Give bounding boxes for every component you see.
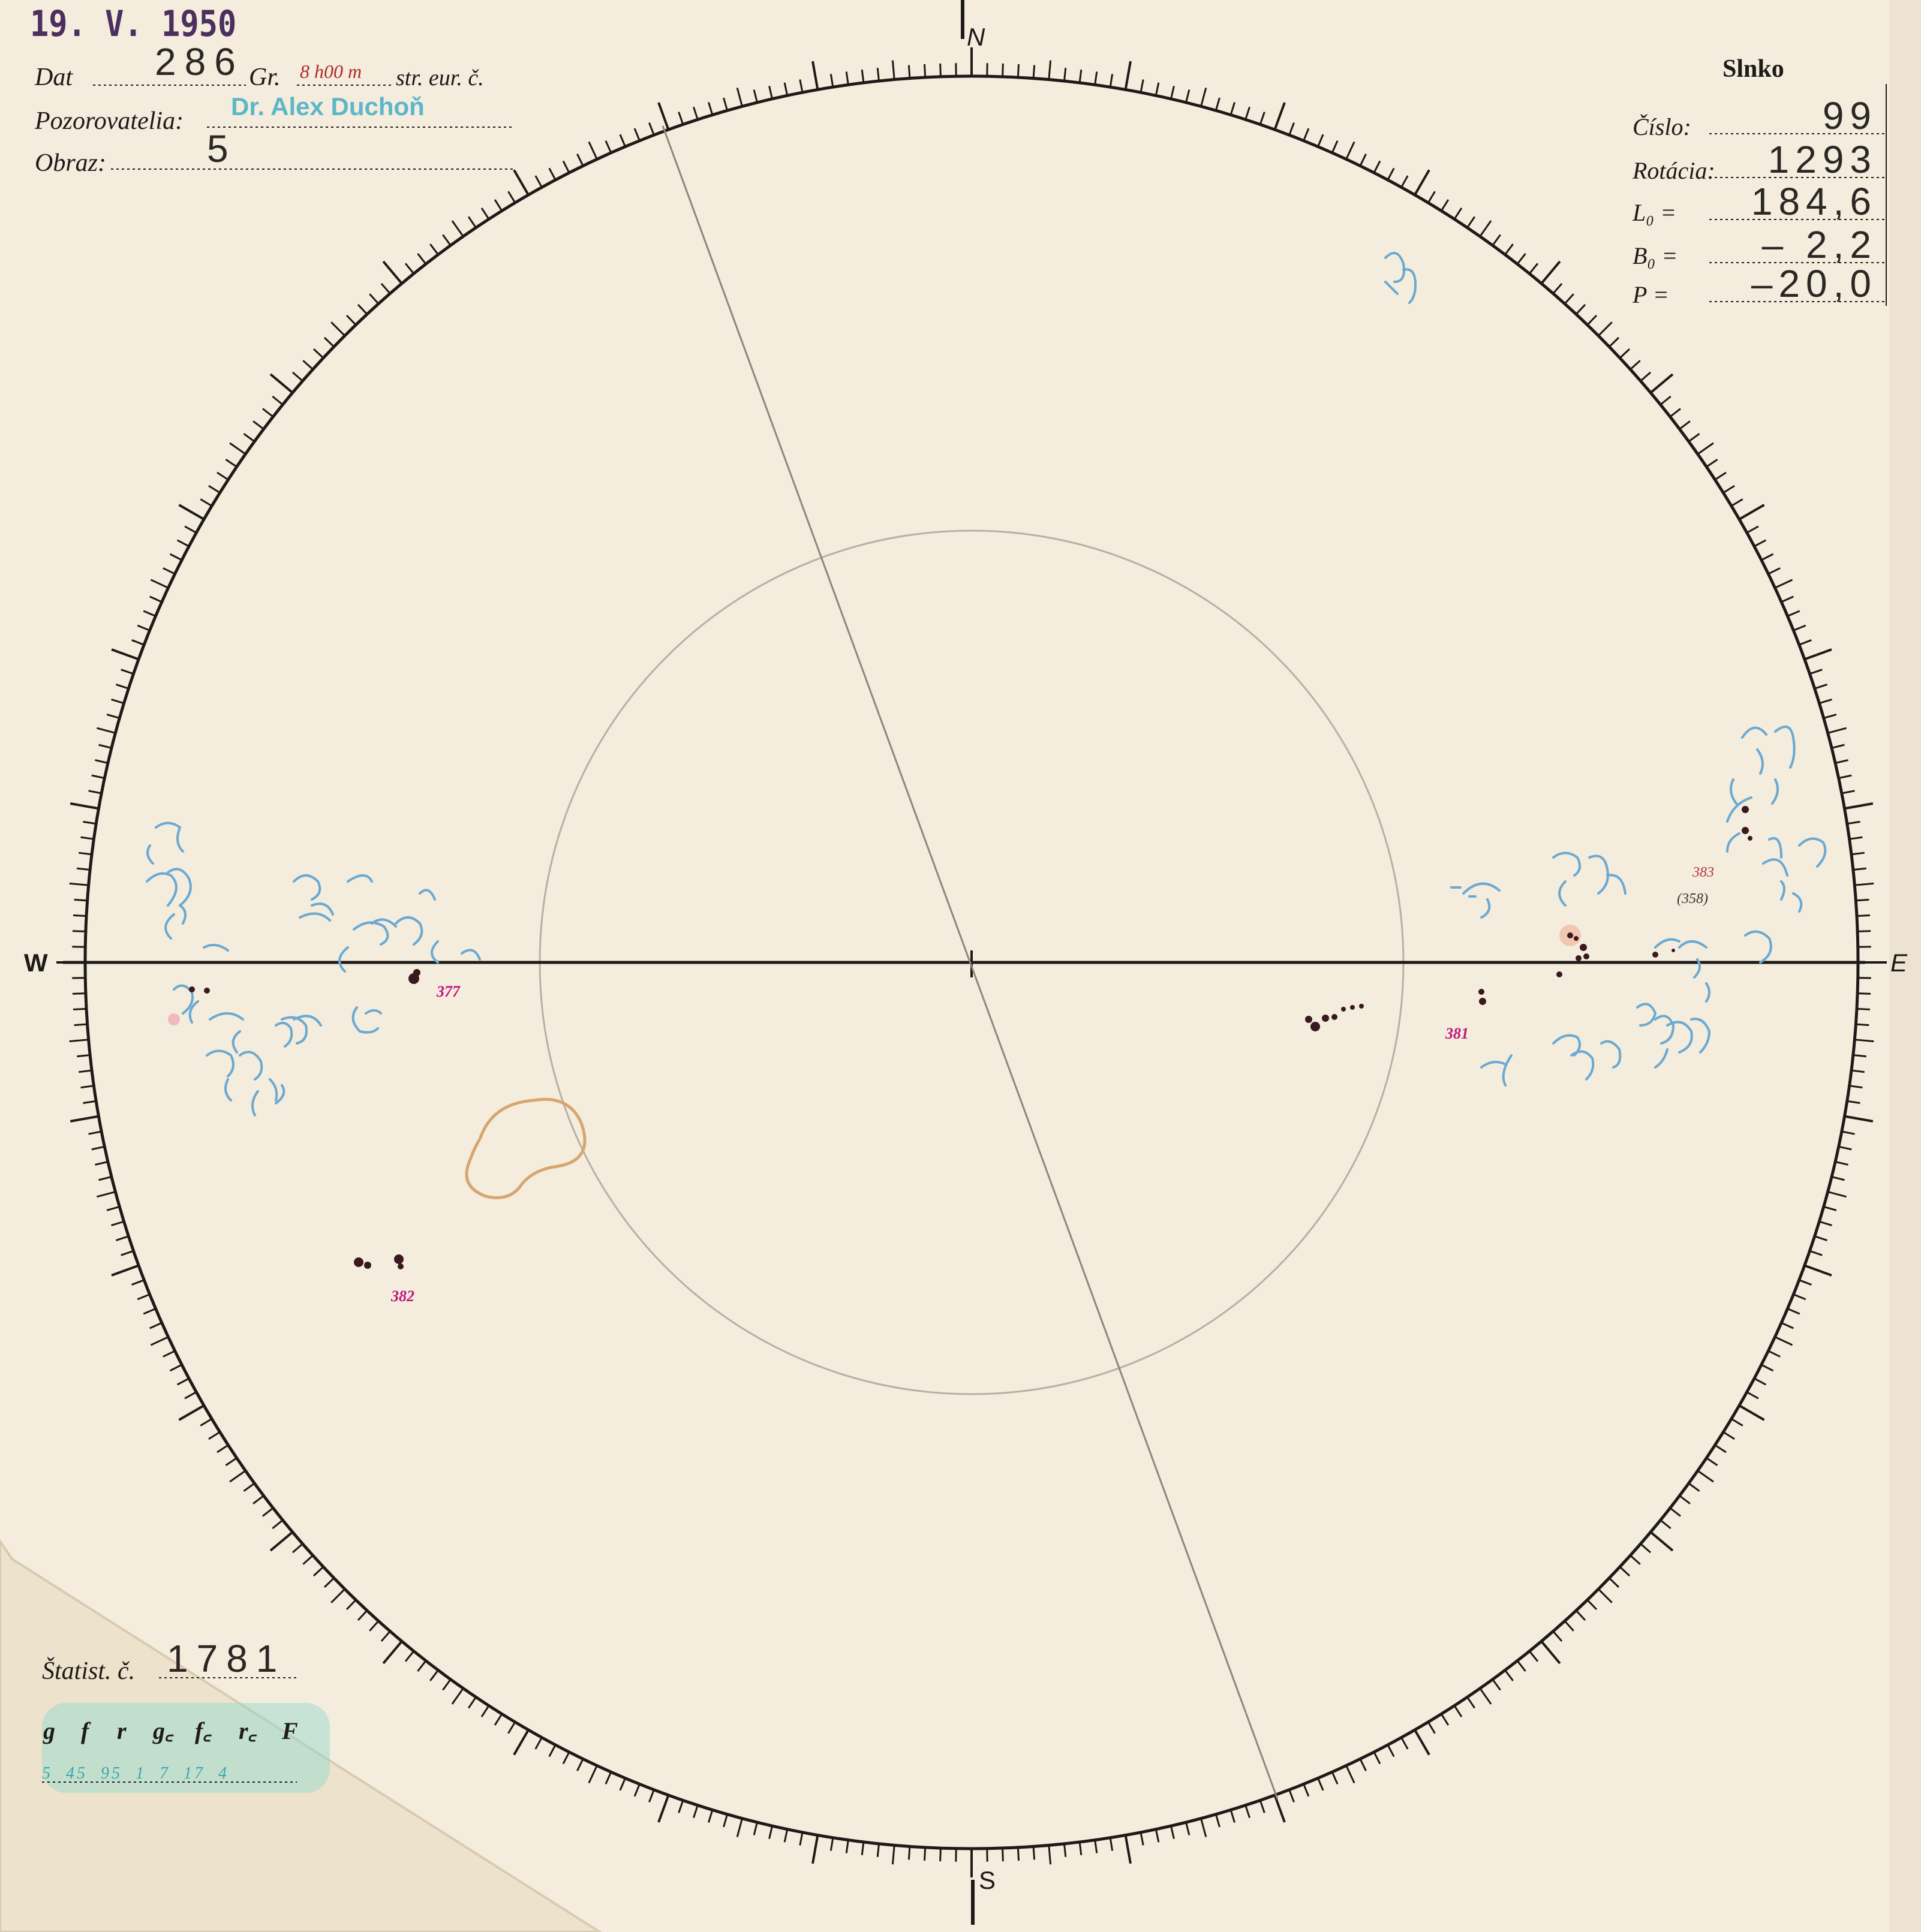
degree-tick (939, 63, 942, 77)
parameter-value: 184,6 (1751, 180, 1877, 223)
group-label-358: (358) (1677, 891, 1708, 907)
sunspot (168, 1013, 180, 1025)
parameter-label: B₀ = (1633, 242, 1678, 269)
sunspot (398, 1263, 404, 1269)
parameter-value: –20,0 (1751, 262, 1877, 305)
sunspot (1478, 989, 1484, 995)
solar-observation-sheet: N S E W 19. V. 1950 Dat 286 Gr. 8 h00 m … (0, 0, 1921, 1932)
sunspot (1556, 971, 1562, 977)
sunspot (1305, 1016, 1312, 1023)
statistics-header: r꜀ (239, 1717, 257, 1744)
degree-tick (1856, 898, 1869, 902)
sunspot (1652, 952, 1658, 958)
north-label: N (967, 23, 985, 51)
degree-tick (1032, 1846, 1036, 1860)
image-value: 5 (207, 127, 229, 170)
group-label-383: 383 (1692, 865, 1714, 880)
time-value: 8 h00 m (300, 61, 362, 82)
sunspot (1574, 936, 1579, 941)
observers-label: Pozorovatelia: (34, 107, 184, 135)
gr-label: Gr. (249, 64, 281, 91)
sunspot (1742, 827, 1749, 834)
degree-tick (939, 1848, 942, 1862)
sunspot (1748, 836, 1752, 841)
time-suffix: str. eur. č. (396, 65, 484, 91)
sun-title: Slnko (1722, 55, 1784, 83)
sunspot (1479, 998, 1486, 1005)
statistics-number: 1781 (167, 1637, 285, 1680)
sunspot (1322, 1015, 1329, 1022)
statistics-header: g (43, 1717, 55, 1744)
degree-tick (72, 930, 86, 932)
sunspot (364, 1262, 371, 1269)
west-label: W (24, 949, 48, 977)
parameter-value: 99 (1823, 94, 1877, 137)
degree-tick (1857, 930, 1871, 932)
group-label-381: 381 (1445, 1025, 1469, 1042)
sunspot (354, 1257, 363, 1267)
south-label: S (979, 1866, 996, 1894)
sunspot (1580, 944, 1587, 951)
sunspot (394, 1254, 404, 1264)
statistics-header: g꜀ (152, 1717, 174, 1744)
sunspot (1350, 1005, 1355, 1010)
parameter-value: 1293 (1768, 138, 1877, 181)
dat-label: Dat (34, 64, 73, 91)
parameter-label: Číslo: (1633, 113, 1691, 140)
sunspot (1310, 1022, 1320, 1031)
parameter-label: P = (1632, 281, 1669, 308)
degree-tick (907, 65, 911, 79)
statistics-values: 5 45 95 1 7 17 4 (42, 1764, 229, 1783)
sunspot (413, 969, 420, 976)
statistics-header: F (281, 1717, 298, 1744)
degree-tick (1856, 914, 1871, 917)
sunspot (1583, 953, 1589, 959)
image-label: Obraz: (35, 149, 106, 177)
degree-tick (907, 1846, 911, 1860)
degree-tick (923, 1847, 927, 1861)
sunspot (1341, 1007, 1346, 1012)
degree-tick (923, 64, 927, 78)
observers-value: Dr. Alex Duchoň (231, 92, 425, 121)
east-label: E (1890, 949, 1908, 977)
sunspot (1672, 949, 1675, 952)
degree-tick (74, 1023, 88, 1027)
group-label-382: 382 (390, 1287, 414, 1305)
sunspot (1359, 1004, 1364, 1009)
degree-tick (74, 898, 88, 902)
degree-tick (73, 914, 87, 917)
sunspot (1331, 1014, 1337, 1020)
degree-tick (1856, 1023, 1869, 1027)
parameter-label: L₀ = (1632, 199, 1676, 226)
statistics-header: r (117, 1717, 127, 1744)
parameter-label: Rotácia: (1632, 157, 1715, 184)
sunspot (1742, 806, 1749, 813)
group-label-377: 377 (436, 983, 461, 1000)
statistics-header: f꜀ (195, 1717, 212, 1744)
degree-tick (1032, 65, 1036, 79)
sunspot (204, 988, 210, 994)
sunspot (1576, 955, 1582, 961)
sunspot (189, 986, 195, 992)
sunspot (1567, 932, 1573, 938)
parameter-value: – 2,2 (1762, 223, 1877, 266)
date-stamp: 19. V. 1950 (30, 3, 236, 44)
dat-value: 286 (155, 40, 244, 83)
statistics-label: Štatist. č. (42, 1657, 135, 1685)
